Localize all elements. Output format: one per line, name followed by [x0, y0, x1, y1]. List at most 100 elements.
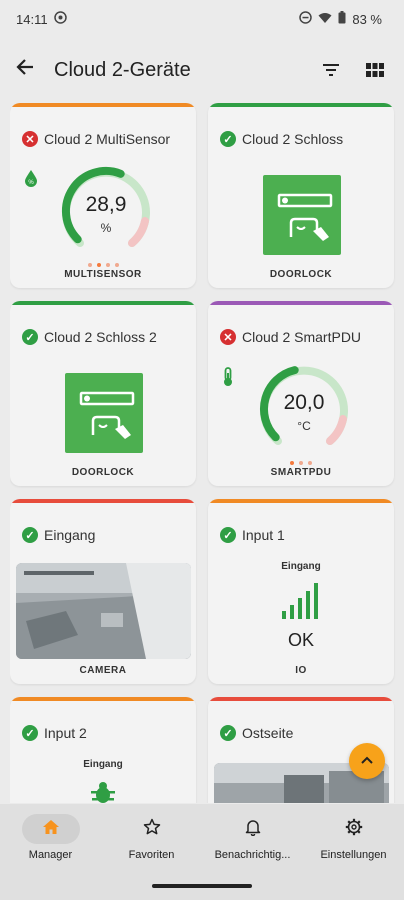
gauge-unit: % [100, 221, 112, 235]
error-status-icon: ✕ [220, 329, 236, 345]
ok-status-icon: ✓ [22, 527, 38, 543]
page-dot [87, 263, 92, 267]
card-header: ✕ Cloud 2 SmartPDU [220, 329, 361, 345]
back-arrow-icon[interactable] [14, 56, 42, 85]
card-accent-line [10, 103, 196, 107]
card-type-label: CAMERA [79, 665, 127, 676]
card-header: ✓ Cloud 2 Schloss [220, 131, 343, 147]
ok-status-icon: ✓ [22, 329, 38, 345]
card-header: ✓ Input 2 [22, 725, 87, 741]
device-card-schloss[interactable]: ✓ Cloud 2 Schloss DOORLOCK [208, 103, 394, 288]
page-title: Cloud 2-Geräte [54, 58, 191, 81]
error-status-icon: ✕ [22, 131, 38, 147]
page-dots [10, 263, 196, 267]
card-title: Input 1 [242, 527, 285, 543]
doorlock-icon [65, 373, 143, 453]
page-dot [308, 461, 312, 465]
page-dot [105, 263, 110, 267]
page-dot [114, 263, 119, 267]
card-type-label: DOORLOCK [71, 467, 135, 478]
thermometer-icon [222, 367, 234, 392]
device-card-schloss-2[interactable]: ✓ Cloud 2 Schloss 2 DOORLOCK [10, 301, 196, 486]
card-title: Cloud 2 SmartPDU [242, 329, 362, 345]
nav-item-favoriten[interactable]: Favoriten [101, 814, 202, 861]
card-type-label: SMARTPDU [270, 467, 332, 478]
card-title: Cloud 2 MultiSensor [44, 131, 171, 147]
humidity-gauge: 28,9 % [58, 163, 154, 259]
card-title: Ostseite [242, 725, 294, 741]
battery-level: 83 % [352, 11, 382, 27]
nav-pill [123, 814, 181, 844]
card-accent-line [208, 301, 394, 305]
page-dot-active [290, 461, 294, 465]
app-bar: Cloud 2-Geräte [0, 38, 404, 102]
star-icon [143, 818, 161, 841]
card-type-label: MULTISENSOR [64, 269, 142, 280]
page-dots [208, 461, 394, 465]
io-input-label: Eingang [281, 561, 321, 572]
svg-text:%: % [28, 180, 34, 186]
card-header: ✕ Cloud 2 MultiSensor [22, 131, 170, 147]
grid-view-icon[interactable] [360, 55, 390, 85]
card-header: ✓ Cloud 2 Schloss 2 [22, 329, 157, 345]
doorlock-icon [263, 175, 341, 255]
card-accent-line [208, 499, 394, 503]
bug-icon [90, 781, 116, 803]
card-accent-line [10, 697, 196, 701]
nav-active-indicator [21, 814, 80, 844]
ok-status-icon: ✓ [220, 527, 236, 543]
device-card-eingang[interactable]: ✓ Eingang CAMERA [10, 499, 196, 684]
nav-label: Manager [28, 849, 73, 861]
device-card-input-2[interactable]: ✓ Input 2 Eingang [10, 697, 196, 803]
nav-pill [224, 814, 282, 844]
card-accent-line [208, 697, 394, 701]
card-accent-line [10, 499, 196, 503]
camera-snapshot[interactable] [16, 563, 191, 659]
gauge-unit: °C [297, 419, 311, 433]
humidity-drop-icon: % [24, 169, 38, 192]
ok-status-icon: ✓ [220, 131, 236, 147]
card-header: ✓ Ostseite [220, 725, 293, 741]
card-type-label: IO [295, 665, 307, 676]
nav-item-einstellungen[interactable]: Einstellungen [303, 814, 404, 861]
device-card-multisensor[interactable]: ✕ Cloud 2 MultiSensor % 28,9 % MULTISENS… [10, 103, 196, 288]
io-input-label: Eingang [83, 759, 123, 770]
temperature-gauge: 20,0 °C [256, 361, 352, 457]
gauge-value: 20,0 [283, 391, 325, 414]
card-title: Input 2 [44, 725, 87, 741]
chevron-up-icon [360, 752, 374, 770]
status-time: 14:11 [16, 11, 48, 27]
nav-label: Benachrichtig... [214, 849, 291, 861]
notification-icon [53, 11, 67, 27]
device-card-input-1[interactable]: ✓ Input 1 Eingang OK IO [208, 499, 394, 684]
home-icon [42, 819, 60, 840]
card-accent-line [208, 103, 394, 107]
filter-icon[interactable] [316, 55, 346, 85]
card-header: ✓ Input 1 [220, 527, 285, 543]
wifi-icon [318, 12, 332, 27]
page-dot-active [96, 263, 101, 267]
gear-icon [345, 818, 363, 841]
card-title: Eingang [44, 527, 96, 543]
nav-item-manager[interactable]: Manager [0, 814, 101, 861]
io-state-value: OK [287, 630, 314, 650]
device-grid: ✕ Cloud 2 MultiSensor % 28,9 % MULTISENS… [10, 103, 396, 803]
battery-icon [338, 11, 346, 27]
card-title: Cloud 2 Schloss [242, 131, 344, 147]
card-type-label: DOORLOCK [269, 269, 333, 280]
nav-item-benachrichtigungen[interactable]: Benachrichtig... [202, 814, 303, 861]
gauge-value: 28,9 [85, 193, 127, 216]
card-accent-line [10, 301, 196, 305]
card-header: ✓ Eingang [22, 527, 95, 543]
card-title: Cloud 2 Schloss 2 [44, 329, 157, 345]
nav-label: Einstellungen [320, 849, 387, 861]
ok-status-icon: ✓ [22, 725, 38, 741]
dnd-icon [299, 11, 313, 27]
page-dot [299, 461, 303, 465]
bell-icon [245, 818, 261, 841]
nav-label: Favoriten [128, 849, 175, 861]
scroll-to-top-button[interactable] [349, 743, 385, 779]
nav-pill [325, 814, 383, 844]
device-card-smartpdu[interactable]: ✕ Cloud 2 SmartPDU 20,0 °C SMARTPDU [208, 301, 394, 486]
ok-status-icon: ✓ [220, 725, 236, 741]
